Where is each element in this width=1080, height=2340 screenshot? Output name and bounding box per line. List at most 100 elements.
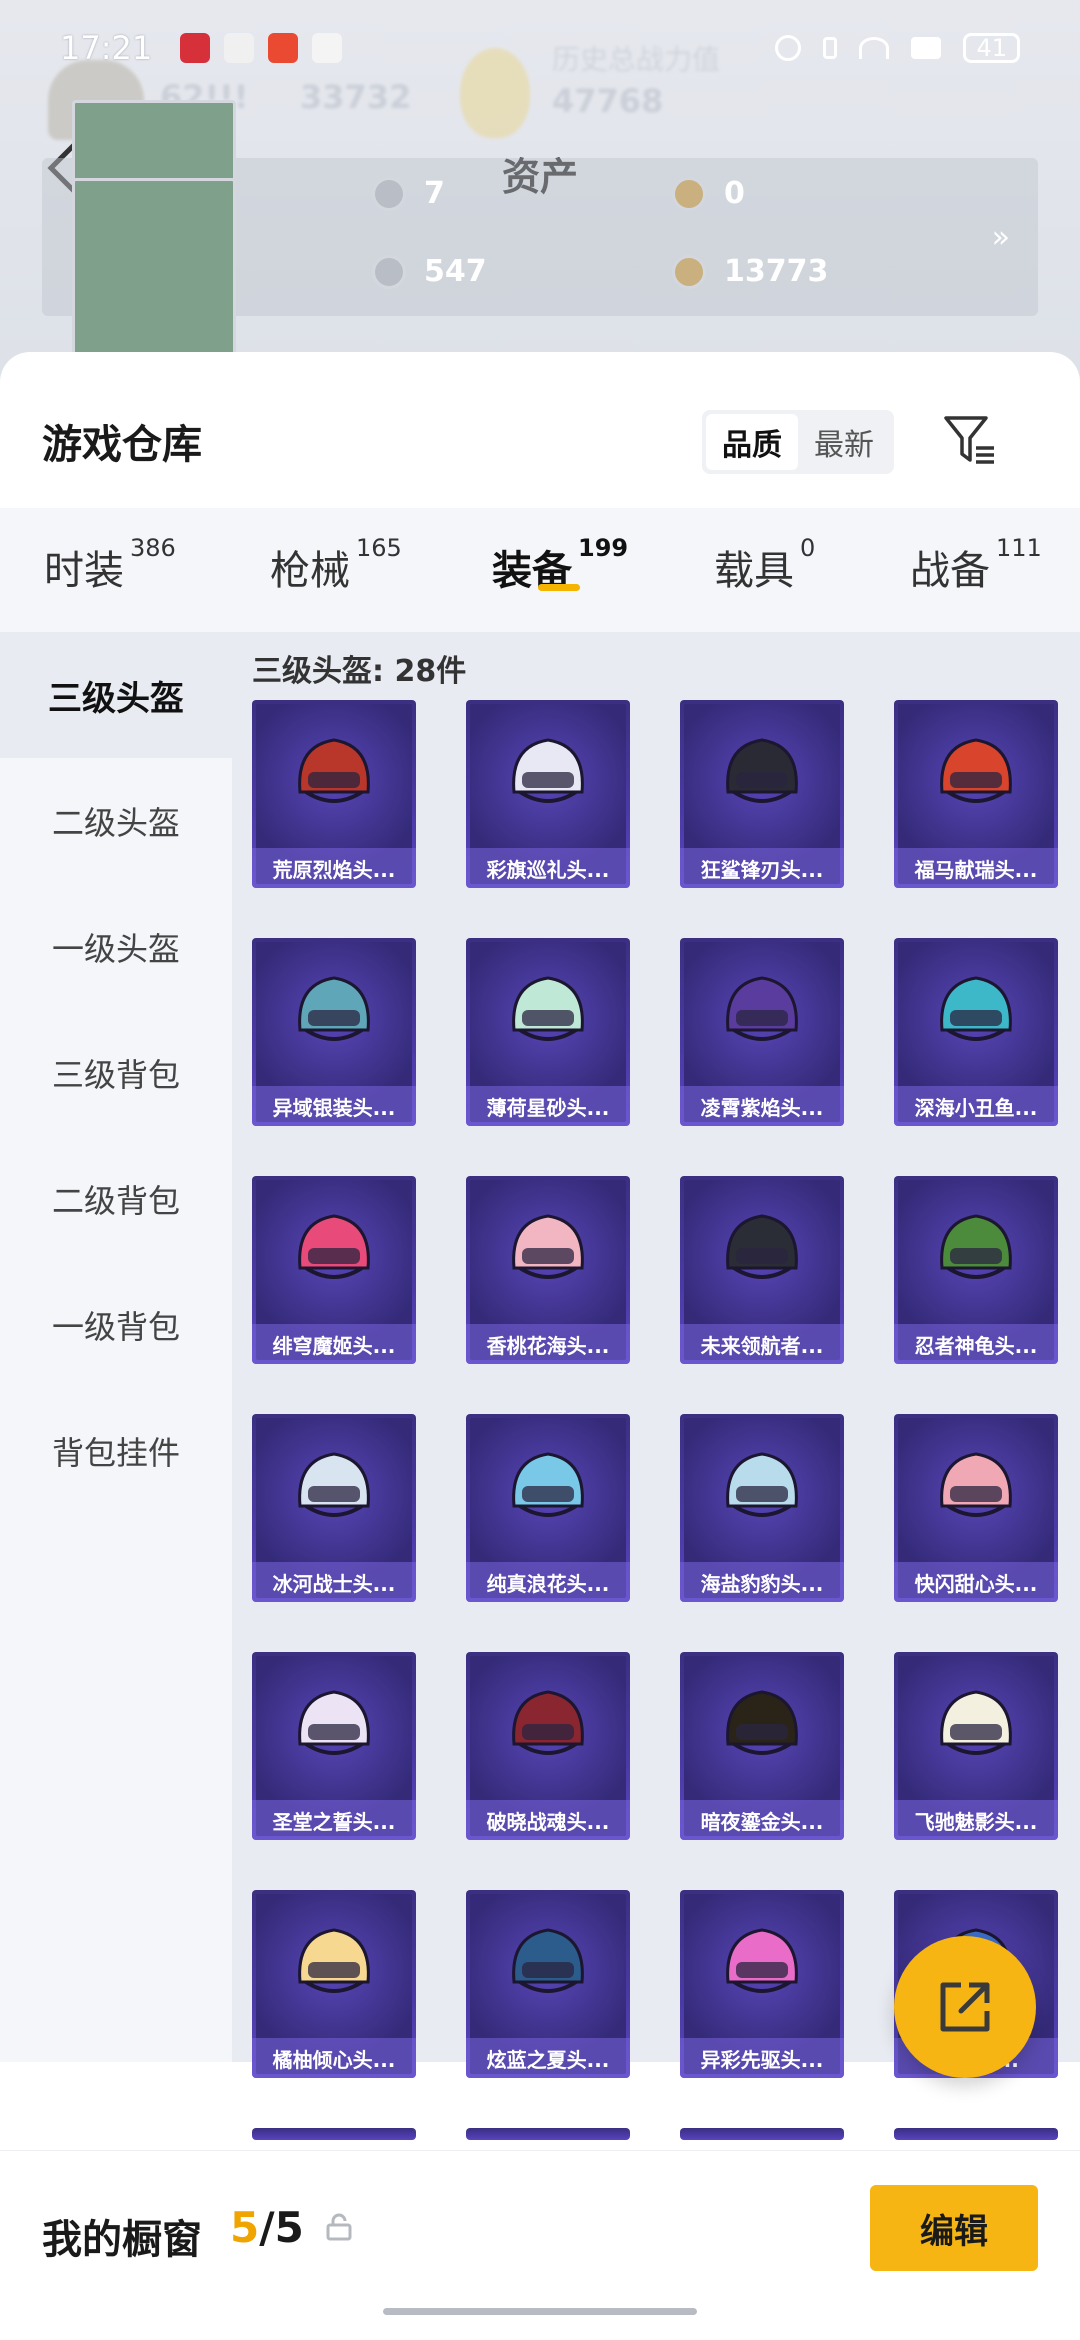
- asset-item: 234: [72, 177, 236, 366]
- item-card[interactable]: 飞驰魅影头...: [894, 1652, 1058, 1840]
- item-card[interactable]: 暗夜鎏金头...: [680, 1652, 844, 1840]
- filter-button[interactable]: [942, 412, 998, 468]
- tab-count: 165: [356, 534, 402, 562]
- item-card-partial[interactable]: [252, 2128, 416, 2140]
- share-button[interactable]: [894, 1936, 1036, 2078]
- item-card[interactable]: 冰河战士头...: [252, 1414, 416, 1602]
- showcase-current: 5: [230, 2203, 260, 2252]
- app-notification-icon: [180, 33, 211, 63]
- helmet-icon: [726, 1690, 798, 1755]
- share-icon: [940, 1982, 990, 2032]
- sidebar-item-level2-backpack[interactable]: 二级背包: [0, 1136, 232, 1262]
- item-name: 狂鲨锋刃头...: [680, 848, 844, 888]
- helmet-icon: [940, 1690, 1012, 1755]
- item-card[interactable]: 海盐豹豹头...: [680, 1414, 844, 1602]
- showcase-count: 5/5: [230, 2203, 304, 2252]
- asset-value: 7: [424, 176, 445, 211]
- item-name: 橘柚倾心头...: [252, 2038, 416, 2078]
- item-card[interactable]: 狂鲨锋刃头...: [680, 700, 844, 888]
- helmet-icon: [512, 1214, 584, 1279]
- item-card[interactable]: 香桃花海头...: [466, 1176, 630, 1364]
- helmet-icon: [512, 1452, 584, 1517]
- mute-icon: [775, 35, 802, 61]
- tab-label: 时装: [44, 548, 124, 594]
- item-card[interactable]: 福马献瑞头...: [894, 700, 1058, 888]
- item-name: 香桃花海头...: [466, 1324, 630, 1364]
- sort-option-latest[interactable]: 最新: [798, 414, 890, 470]
- helmet-icon: [726, 738, 798, 803]
- item-card-partial[interactable]: [680, 2128, 844, 2140]
- sidebar-item-level2-helmet[interactable]: 二级头盔: [0, 758, 232, 884]
- item-name: 凌霄紫焰头...: [680, 1086, 844, 1126]
- tab-label: 载具: [714, 548, 794, 594]
- item-name: 绯穹魔姬头...: [252, 1324, 416, 1364]
- item-card[interactable]: 异域银装头...: [252, 938, 416, 1126]
- sidebar-item-level1-backpack[interactable]: 一级背包: [0, 1262, 232, 1388]
- item-name: 深海小丑鱼...: [894, 1086, 1058, 1126]
- tab-count: 0: [800, 534, 816, 562]
- app-notification-icon: [268, 33, 299, 63]
- item-card[interactable]: 纯真浪花头...: [466, 1414, 630, 1602]
- item-name: 异域银装头...: [252, 1086, 416, 1126]
- sidebar-item-level3-backpack[interactable]: 三级背包: [0, 1010, 232, 1136]
- tab-label: 枪械: [270, 548, 350, 594]
- item-name: 快闪甜心头...: [894, 1562, 1058, 1602]
- helmet-icon: [298, 1690, 370, 1755]
- tab-count: 199: [578, 534, 629, 562]
- asset-value: 0: [724, 176, 745, 211]
- helmet-icon: [940, 976, 1012, 1041]
- assets-more-icon[interactable]: »: [992, 220, 1010, 255]
- helmet-icon: [940, 1452, 1012, 1517]
- item-card[interactable]: 快闪甜心头...: [894, 1414, 1058, 1602]
- item-card-partial[interactable]: [894, 2128, 1058, 2140]
- item-card[interactable]: 破晓战魂头...: [466, 1652, 630, 1840]
- item-card[interactable]: 荒原烈焰头...: [252, 700, 416, 888]
- warehouse-header: 游戏仓库 品质 最新: [0, 352, 1080, 508]
- tab-supplies[interactable]: 战备 111: [910, 534, 1042, 596]
- tab-count: 111: [996, 534, 1042, 562]
- helmet-icon: [512, 1928, 584, 1993]
- asset-panel[interactable]: 8 7 0 234 547 13773 »: [42, 99, 1038, 366]
- status-time: 17:21: [60, 29, 153, 67]
- helmet-icon: [512, 738, 584, 803]
- tab-label: 战备: [910, 548, 990, 594]
- item-card[interactable]: 凌霄紫焰头...: [680, 938, 844, 1126]
- item-card-partial[interactable]: [466, 2128, 630, 2140]
- sidebar-item-level3-helmet[interactable]: 三级头盔: [0, 632, 232, 758]
- edit-button[interactable]: 编辑: [870, 2185, 1038, 2271]
- item-name: 薄荷星砂头...: [466, 1086, 630, 1126]
- item-card[interactable]: 彩旗巡礼头...: [466, 700, 630, 888]
- home-indicator[interactable]: [383, 2308, 697, 2315]
- item-card[interactable]: 未来领航者...: [680, 1176, 844, 1364]
- helmet-icon: [298, 1452, 370, 1517]
- item-card[interactable]: 圣堂之誓头...: [252, 1652, 416, 1840]
- item-card[interactable]: 橘柚倾心头...: [252, 1890, 416, 2078]
- item-name: 荒原烈焰头...: [252, 848, 416, 888]
- item-card[interactable]: 绯穹魔姬头...: [252, 1176, 416, 1364]
- item-card[interactable]: 炫蓝之夏头...: [466, 1890, 630, 2078]
- item-card[interactable]: 薄荷星砂头...: [466, 938, 630, 1126]
- item-name: 异彩先驱头...: [680, 2038, 844, 2078]
- item-name: 海盐豹豹头...: [680, 1562, 844, 1602]
- tab-vehicles[interactable]: 载具 0: [714, 534, 815, 596]
- bluetooth-icon: [823, 37, 838, 59]
- card-icon: [72, 177, 236, 366]
- sidebar-item-backpack-charm[interactable]: 背包挂件: [0, 1388, 232, 1514]
- gold-coin-icon: [672, 176, 706, 211]
- tab-count: 386: [130, 534, 176, 562]
- grid-title: 三级头盔: 28件: [252, 654, 467, 689]
- item-name: 福马献瑞头...: [894, 848, 1058, 888]
- item-name: 飞驰魅影头...: [894, 1800, 1058, 1840]
- sidebar-item-level1-helmet[interactable]: 一级头盔: [0, 884, 232, 1010]
- tab-fashion[interactable]: 时装 386: [44, 534, 176, 596]
- helmet-icon: [512, 976, 584, 1041]
- gold-medal-icon: [672, 254, 706, 289]
- lock-icon: [326, 2213, 352, 2241]
- item-card[interactable]: 深海小丑鱼...: [894, 938, 1058, 1126]
- app-notification-icon: [224, 33, 255, 63]
- item-card[interactable]: 异彩先驱头...: [680, 1890, 844, 2078]
- tab-guns[interactable]: 枪械 165: [270, 534, 402, 596]
- helmet-icon: [940, 738, 1012, 803]
- item-card[interactable]: 忍者神龟头...: [894, 1176, 1058, 1364]
- sort-option-quality[interactable]: 品质: [706, 414, 798, 470]
